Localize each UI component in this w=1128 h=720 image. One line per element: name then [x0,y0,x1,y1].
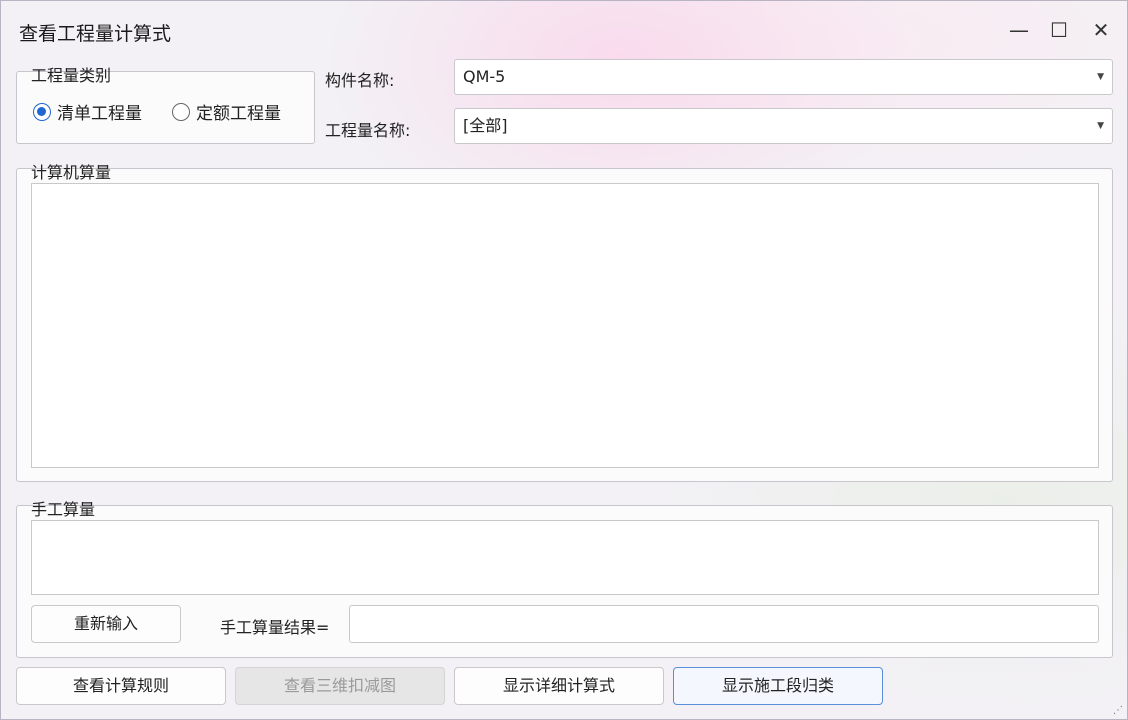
minimize-button[interactable]: — [1004,15,1034,45]
component-name-select[interactable]: QM-5 ▼ [454,59,1113,95]
computer-calc-legend: 计算机算量 [26,159,116,183]
close-icon: ✕ [1092,18,1110,42]
radio-quota-quantity[interactable]: 定额工程量 [172,99,281,124]
manual-calc-textarea[interactable] [31,520,1099,595]
show-detail-formula-button[interactable]: 显示详细计算式 [454,667,664,705]
quantity-name-select[interactable]: [全部] ▼ [454,108,1113,144]
maximize-button[interactable]: ☐ [1044,15,1074,45]
quantity-name-value: [全部] [463,116,508,135]
title-bar[interactable]: 查看工程量计算式 — ☐ ✕ [1,1,1127,57]
category-legend: 工程量类别 [26,62,116,86]
window-title: 查看工程量计算式 [19,23,172,45]
manual-result-input[interactable] [349,605,1099,643]
radio-label: 定额工程量 [196,104,281,124]
dialog-window: 查看工程量计算式 — ☐ ✕ 工程量类别 清单工程量 定额工程量 构件名称: Q… [0,0,1128,720]
component-name-value: QM-5 [463,67,506,86]
radio-bill-quantity[interactable]: 清单工程量 [33,99,142,124]
radio-label: 清单工程量 [57,104,142,124]
reset-input-button[interactable]: 重新输入 [31,605,181,643]
radio-checked-icon [33,102,51,121]
radio-unchecked-icon [172,102,190,121]
resize-grip-icon[interactable]: ⋰ [1113,705,1123,716]
show-stage-classification-button[interactable]: 显示施工段归类 [673,667,883,705]
category-group: 工程量类别 清单工程量 定额工程量 [16,66,315,144]
computer-calc-group: 计算机算量 [16,163,1113,482]
manual-calc-group: 手工算量 重新输入 手工算量结果= [16,500,1113,658]
view-calc-rules-button[interactable]: 查看计算规则 [16,667,226,705]
view-3d-deduction-button[interactable]: 查看三维扣减图 [235,667,445,705]
chevron-down-icon: ▼ [1097,121,1104,131]
minimize-icon: — [1009,18,1029,42]
quantity-name-label: 工程量名称: [325,121,411,140]
manual-result-label: 手工算量结果= [220,618,330,637]
chevron-down-icon: ▼ [1097,72,1104,82]
computer-calc-textarea[interactable] [31,183,1099,468]
component-name-label: 构件名称: [325,71,395,90]
manual-calc-legend: 手工算量 [26,496,100,520]
maximize-icon: ☐ [1050,18,1068,42]
close-button[interactable]: ✕ [1086,15,1116,45]
